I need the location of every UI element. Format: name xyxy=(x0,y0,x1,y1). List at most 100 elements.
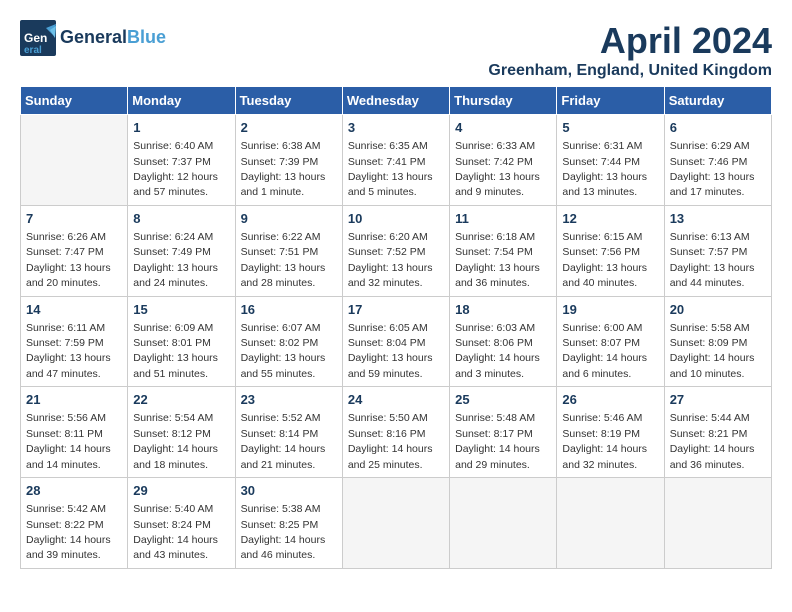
day-number: 21 xyxy=(26,391,122,409)
day-number: 24 xyxy=(348,391,444,409)
day-info: Sunrise: 6:07 AMSunset: 8:02 PMDaylight:… xyxy=(241,322,326,380)
day-info: Sunrise: 6:22 AMSunset: 7:51 PMDaylight:… xyxy=(241,231,326,289)
calendar-cell: 26Sunrise: 5:46 AMSunset: 8:19 PMDayligh… xyxy=(557,387,664,478)
day-number: 22 xyxy=(133,391,229,409)
weekday-header: Wednesday xyxy=(342,87,449,115)
day-info: Sunrise: 5:40 AMSunset: 8:24 PMDaylight:… xyxy=(133,503,218,561)
day-info: Sunrise: 6:33 AMSunset: 7:42 PMDaylight:… xyxy=(455,140,540,198)
day-info: Sunrise: 5:48 AMSunset: 8:17 PMDaylight:… xyxy=(455,412,540,470)
page-header: Gen eral GeneralBlue April 2024 Greenham… xyxy=(20,20,772,80)
day-number: 4 xyxy=(455,119,551,137)
calendar-cell: 17 Sunrise: 6:05 AMSunset: 8:04 PMDayligh… xyxy=(342,296,449,387)
calendar-cell: 29 Sunrise: 5:40 AMSunset: 8:24 PMDayligh… xyxy=(128,478,235,569)
calendar-cell: 23 Sunrise: 5:52 AMSunset: 8:14 PMDayligh… xyxy=(235,387,342,478)
day-info: Sunrise: 6:35 AMSunset: 7:41 PMDaylight:… xyxy=(348,140,433,198)
day-number: 29 xyxy=(133,482,229,500)
day-number: 16 xyxy=(241,301,337,319)
day-number: 12 xyxy=(562,210,658,228)
day-number: 5 xyxy=(562,119,658,137)
calendar-cell: 24 Sunrise: 5:50 AMSunset: 8:16 PMDayligh… xyxy=(342,387,449,478)
calendar-cell: 11Sunrise: 6:18 AMSunset: 7:54 PMDayligh… xyxy=(450,205,557,296)
calendar-cell: 19 Sunrise: 6:00 AMSunset: 8:07 PMDayligh… xyxy=(557,296,664,387)
weekday-header: Tuesday xyxy=(235,87,342,115)
calendar-cell: 25 Sunrise: 5:48 AMSunset: 8:17 PMDayligh… xyxy=(450,387,557,478)
day-number: 28 xyxy=(26,482,122,500)
day-info: Sunrise: 6:29 AMSunset: 7:46 PMDaylight:… xyxy=(670,140,755,198)
calendar-cell: 12 Sunrise: 6:15 AMSunset: 7:56 PMDayligh… xyxy=(557,205,664,296)
svg-text:eral: eral xyxy=(24,45,42,56)
day-number: 27 xyxy=(670,391,766,409)
day-number: 19 xyxy=(562,301,658,319)
svg-text:Gen: Gen xyxy=(24,31,47,45)
calendar-cell: 20Sunrise: 5:58 AMSunset: 8:09 PMDayligh… xyxy=(664,296,771,387)
calendar-cell: 14Sunrise: 6:11 AMSunset: 7:59 PMDayligh… xyxy=(21,296,128,387)
calendar-week-row: 14Sunrise: 6:11 AMSunset: 7:59 PMDayligh… xyxy=(21,296,772,387)
day-info: Sunrise: 6:05 AMSunset: 8:04 PMDaylight:… xyxy=(348,322,433,380)
calendar-cell: 4 Sunrise: 6:33 AMSunset: 7:42 PMDaylight… xyxy=(450,115,557,206)
day-number: 23 xyxy=(241,391,337,409)
calendar-cell: 7 Sunrise: 6:26 AMSunset: 7:47 PMDaylight… xyxy=(21,205,128,296)
calendar-cell xyxy=(450,478,557,569)
day-info: Sunrise: 5:54 AMSunset: 8:12 PMDaylight:… xyxy=(133,412,218,470)
day-info: Sunrise: 6:15 AMSunset: 7:56 PMDaylight:… xyxy=(562,231,647,289)
calendar-cell: 2Sunrise: 6:38 AMSunset: 7:39 PMDaylight… xyxy=(235,115,342,206)
day-number: 13 xyxy=(670,210,766,228)
day-number: 30 xyxy=(241,482,337,500)
day-number: 7 xyxy=(26,210,122,228)
calendar-cell: 5Sunrise: 6:31 AMSunset: 7:44 PMDaylight… xyxy=(557,115,664,206)
calendar-cell: 27 Sunrise: 5:44 AMSunset: 8:21 PMDayligh… xyxy=(664,387,771,478)
weekday-header: Saturday xyxy=(664,87,771,115)
day-info: Sunrise: 5:52 AMSunset: 8:14 PMDaylight:… xyxy=(241,412,326,470)
day-number: 18 xyxy=(455,301,551,319)
location: Greenham, England, United Kingdom xyxy=(488,62,772,80)
calendar-cell: 28 Sunrise: 5:42 AMSunset: 8:22 PMDayligh… xyxy=(21,478,128,569)
day-number: 2 xyxy=(241,119,337,137)
day-number: 20 xyxy=(670,301,766,319)
day-number: 10 xyxy=(348,210,444,228)
calendar-cell: 30 Sunrise: 5:38 AMSunset: 8:25 PMDayligh… xyxy=(235,478,342,569)
logo-text: GeneralBlue xyxy=(60,28,166,48)
day-info: Sunrise: 6:11 AMSunset: 7:59 PMDaylight:… xyxy=(26,322,111,380)
calendar-header-row: SundayMondayTuesdayWednesdayThursdayFrid… xyxy=(21,87,772,115)
calendar-cell: 16 Sunrise: 6:07 AMSunset: 8:02 PMDayligh… xyxy=(235,296,342,387)
day-info: Sunrise: 6:00 AMSunset: 8:07 PMDaylight:… xyxy=(562,322,647,380)
calendar-cell: 15 Sunrise: 6:09 AMSunset: 8:01 PMDayligh… xyxy=(128,296,235,387)
day-info: Sunrise: 5:44 AMSunset: 8:21 PMDaylight:… xyxy=(670,412,755,470)
day-info: Sunrise: 6:26 AMSunset: 7:47 PMDaylight:… xyxy=(26,231,111,289)
day-info: Sunrise: 6:40 AMSunset: 7:37 PMDaylight:… xyxy=(133,140,218,198)
day-info: Sunrise: 6:09 AMSunset: 8:01 PMDaylight:… xyxy=(133,322,218,380)
calendar-cell: 13 Sunrise: 6:13 AMSunset: 7:57 PMDayligh… xyxy=(664,205,771,296)
day-number: 25 xyxy=(455,391,551,409)
day-number: 26 xyxy=(562,391,658,409)
calendar-cell: 3Sunrise: 6:35 AMSunset: 7:41 PMDaylight… xyxy=(342,115,449,206)
calendar-cell: 10Sunrise: 6:20 AMSunset: 7:52 PMDayligh… xyxy=(342,205,449,296)
day-info: Sunrise: 5:56 AMSunset: 8:11 PMDaylight:… xyxy=(26,412,111,470)
day-info: Sunrise: 6:13 AMSunset: 7:57 PMDaylight:… xyxy=(670,231,755,289)
calendar-cell xyxy=(557,478,664,569)
day-number: 15 xyxy=(133,301,229,319)
calendar-cell xyxy=(342,478,449,569)
day-info: Sunrise: 6:24 AMSunset: 7:49 PMDaylight:… xyxy=(133,231,218,289)
weekday-header: Thursday xyxy=(450,87,557,115)
calendar-cell: 8 Sunrise: 6:24 AMSunset: 7:49 PMDaylight… xyxy=(128,205,235,296)
day-info: Sunrise: 6:18 AMSunset: 7:54 PMDaylight:… xyxy=(455,231,540,289)
calendar-cell: 6 Sunrise: 6:29 AMSunset: 7:46 PMDaylight… xyxy=(664,115,771,206)
logo: Gen eral GeneralBlue xyxy=(20,20,166,56)
day-number: 9 xyxy=(241,210,337,228)
day-number: 17 xyxy=(348,301,444,319)
calendar-cell: 9 Sunrise: 6:22 AMSunset: 7:51 PMDaylight… xyxy=(235,205,342,296)
calendar-table: SundayMondayTuesdayWednesdayThursdayFrid… xyxy=(20,86,772,569)
day-number: 6 xyxy=(670,119,766,137)
calendar-cell: 18 Sunrise: 6:03 AMSunset: 8:06 PMDayligh… xyxy=(450,296,557,387)
weekday-header: Friday xyxy=(557,87,664,115)
day-info: Sunrise: 5:50 AMSunset: 8:16 PMDaylight:… xyxy=(348,412,433,470)
title-block: April 2024 Greenham, England, United Kin… xyxy=(488,20,772,80)
calendar-cell: 21 Sunrise: 5:56 AMSunset: 8:11 PMDayligh… xyxy=(21,387,128,478)
calendar-cell: 22 Sunrise: 5:54 AMSunset: 8:12 PMDayligh… xyxy=(128,387,235,478)
day-number: 8 xyxy=(133,210,229,228)
calendar-cell xyxy=(21,115,128,206)
day-info: Sunrise: 5:42 AMSunset: 8:22 PMDaylight:… xyxy=(26,503,111,561)
day-info: Sunrise: 5:38 AMSunset: 8:25 PMDaylight:… xyxy=(241,503,326,561)
day-info: Sunrise: 6:03 AMSunset: 8:06 PMDaylight:… xyxy=(455,322,540,380)
calendar-week-row: 28 Sunrise: 5:42 AMSunset: 8:22 PMDayligh… xyxy=(21,478,772,569)
